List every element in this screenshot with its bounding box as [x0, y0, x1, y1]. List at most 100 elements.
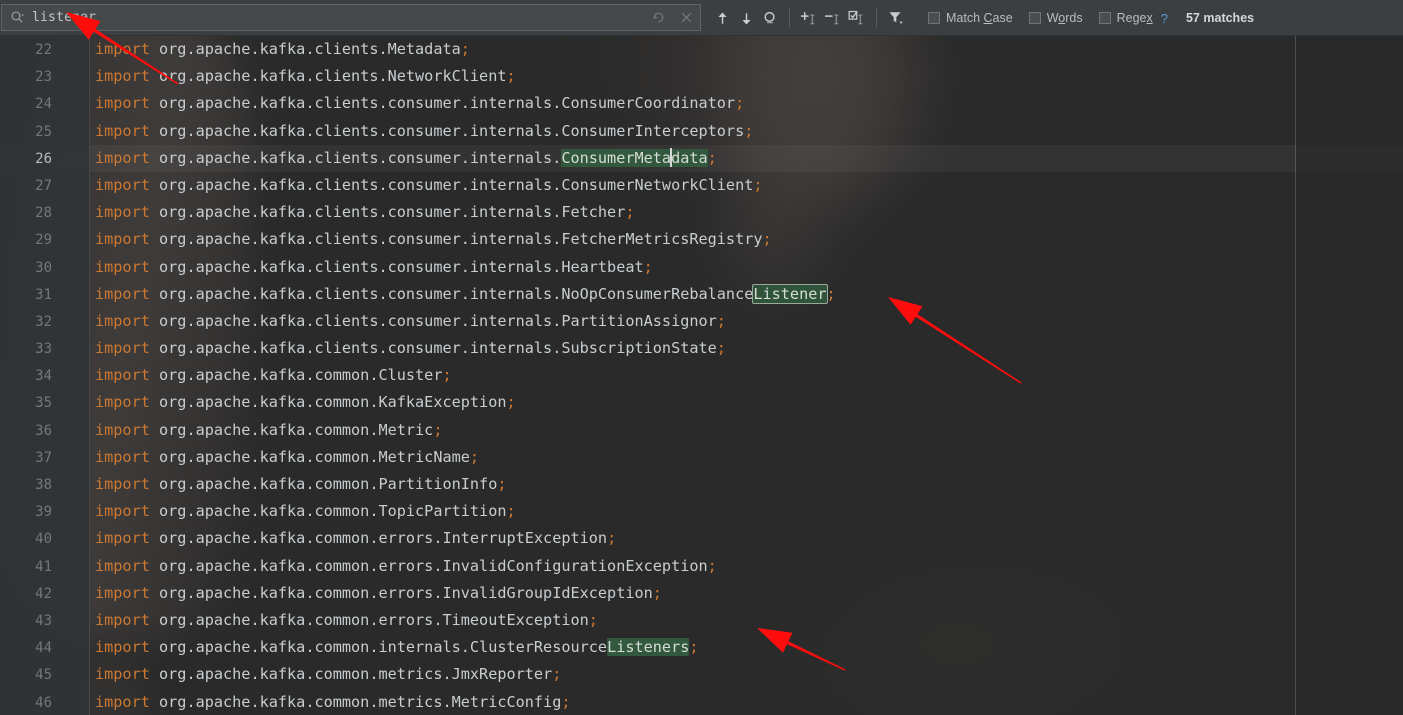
code-line[interactable]: 34 import org.apache.kafka.common.Cluster…	[0, 362, 1403, 389]
checkbox-icon[interactable]	[1098, 12, 1111, 24]
help-icon[interactable]: ?	[1161, 11, 1168, 26]
java-keyword: import	[95, 366, 150, 385]
statement-semicolon: ;	[460, 40, 470, 58]
statement-semicolon: ;	[561, 692, 571, 711]
code-line[interactable]: 44 import org.apache.kafka.common.interna…	[0, 634, 1403, 661]
import-path: org.apache.kafka.clients.consumer.intern…	[149, 284, 754, 303]
find-option-1[interactable]: Words	[1028, 11, 1083, 25]
magnifier-icon[interactable]	[758, 6, 782, 30]
code-line[interactable]: 31 import org.apache.kafka.clients.consum…	[0, 281, 1403, 308]
java-keyword: import	[95, 94, 150, 113]
find-toolbar: listener Match Case Words Regex ? 57 mat…	[0, 0, 1403, 36]
code-line[interactable]: 37 import org.apache.kafka.common.MetricN…	[0, 444, 1403, 471]
code-line[interactable]: 46 import org.apache.kafka.common.metrics…	[0, 689, 1403, 715]
code-line-text: import org.apache.kafka.clients.consumer…	[95, 199, 635, 226]
import-path: org.apache.kafka.clients.consumer.intern…	[149, 311, 717, 330]
search-icon[interactable]	[4, 5, 30, 30]
code-line-text: import org.apache.kafka.common.metrics.M…	[95, 689, 571, 715]
import-path: org.apache.kafka.common.TopicPartition	[149, 502, 507, 521]
line-number: 29	[35, 232, 52, 249]
java-keyword: import	[95, 393, 150, 412]
code-line[interactable]: 22 import org.apache.kafka.clients.Metada…	[0, 36, 1403, 63]
find-options-group: Match Case Words Regex	[928, 11, 1169, 25]
statement-semicolon: ;	[707, 556, 717, 575]
import-path: org.apache.kafka.common.MetricName	[149, 447, 470, 466]
code-line[interactable]: 42 import org.apache.kafka.common.errors.…	[0, 580, 1403, 607]
statement-semicolon: ;	[506, 393, 516, 412]
close-icon[interactable]	[672, 5, 700, 30]
line-number: 39	[35, 504, 52, 521]
remove-selection-icon[interactable]	[821, 6, 845, 30]
code-line[interactable]: 27 import org.apache.kafka.clients.consum…	[0, 172, 1403, 199]
code-line-text: import org.apache.kafka.common.KafkaExce…	[95, 389, 516, 416]
ide-window: 22 import org.apache.kafka.clients.Metada…	[0, 0, 1403, 715]
code-line[interactable]: 32 import org.apache.kafka.clients.consum…	[0, 308, 1403, 335]
filter-icon[interactable]	[884, 6, 908, 30]
line-number: 42	[35, 585, 52, 602]
line-number: 23	[35, 69, 52, 86]
search-match[interactable]: Listeners	[607, 638, 690, 657]
java-keyword: import	[95, 175, 150, 194]
search-match-selected[interactable]: Listener	[752, 283, 828, 304]
statement-semicolon: ;	[643, 257, 653, 276]
code-line-text: import org.apache.kafka.common.errors.In…	[95, 580, 662, 607]
java-keyword: import	[95, 556, 150, 575]
code-line[interactable]: 41 import org.apache.kafka.common.errors.…	[0, 553, 1403, 580]
statement-semicolon: ;	[753, 175, 763, 194]
line-number: 28	[35, 205, 52, 222]
search-match[interactable]: ConsumerMetadata	[561, 147, 708, 167]
code-editor[interactable]: 22 import org.apache.kafka.clients.Metada…	[0, 36, 1403, 715]
statement-semicolon: ;	[625, 203, 635, 222]
code-line[interactable]: 40 import org.apache.kafka.common.errors.…	[0, 525, 1403, 552]
code-line-list: 22 import org.apache.kafka.clients.Metada…	[0, 36, 1403, 715]
search-input[interactable]: listener	[30, 10, 644, 25]
code-line[interactable]: 23 import org.apache.kafka.clients.Networ…	[0, 63, 1403, 90]
code-line[interactable]: 39 import org.apache.kafka.common.TopicPa…	[0, 498, 1403, 525]
java-keyword: import	[95, 610, 150, 629]
line-number: 44	[35, 640, 52, 657]
reset-history-icon[interactable]	[644, 5, 672, 30]
java-keyword: import	[95, 148, 150, 167]
code-line-text: import org.apache.kafka.common.metrics.J…	[95, 661, 561, 688]
line-number: 38	[35, 477, 52, 493]
statement-semicolon: ;	[762, 230, 772, 249]
java-keyword: import	[95, 311, 150, 330]
code-line[interactable]: 26 import org.apache.kafka.clients.consum…	[0, 144, 1403, 173]
code-line[interactable]: 36 import org.apache.kafka.common.Metric;	[0, 417, 1403, 444]
code-line[interactable]: 45 import org.apache.kafka.common.metrics…	[0, 661, 1403, 688]
code-line-text: import org.apache.kafka.common.errors.In…	[95, 553, 717, 580]
add-selection-icon[interactable]	[797, 6, 821, 30]
line-number: 30	[35, 259, 52, 276]
line-number: 31	[35, 286, 52, 303]
checkbox-icon[interactable]	[1028, 12, 1041, 24]
code-line[interactable]: 29 import org.apache.kafka.clients.consum…	[0, 226, 1403, 253]
find-option-0[interactable]: Match Case	[928, 11, 1013, 25]
statement-semicolon: ;	[552, 665, 562, 684]
code-line[interactable]: 43 import org.apache.kafka.common.errors.…	[0, 607, 1403, 634]
search-input-wrapper[interactable]: listener	[1, 4, 701, 31]
code-line-text: import org.apache.kafka.common.MetricNam…	[95, 444, 479, 471]
code-line[interactable]: 28 import org.apache.kafka.clients.consum…	[0, 199, 1403, 226]
code-line-text: import org.apache.kafka.clients.consumer…	[95, 172, 763, 199]
line-number: 22	[35, 42, 52, 58]
statement-semicolon: ;	[716, 339, 726, 358]
statement-semicolon: ;	[652, 583, 662, 602]
code-line[interactable]: 35 import org.apache.kafka.common.KafkaEx…	[0, 389, 1403, 416]
code-line[interactable]: 38 import org.apache.kafka.common.Partiti…	[0, 471, 1403, 498]
import-path: org.apache.kafka.common.metrics.MetricCo…	[149, 692, 562, 711]
arrow-up-icon[interactable]	[710, 6, 734, 30]
code-line[interactable]: 25 import org.apache.kafka.clients.consum…	[0, 118, 1403, 145]
code-line-text: import org.apache.kafka.common.errors.In…	[95, 525, 616, 552]
java-keyword: import	[95, 665, 150, 684]
checkbox-icon[interactable]	[928, 12, 940, 24]
statement-semicolon: ;	[716, 311, 726, 330]
code-line[interactable]: 30 import org.apache.kafka.clients.consum…	[0, 254, 1403, 281]
line-number: 27	[35, 177, 52, 194]
find-toolbar-actions: Match Case Words Regex ? 57 matches	[710, 5, 1254, 31]
select-all-occurrences-icon[interactable]	[845, 6, 869, 30]
code-line[interactable]: 24 import org.apache.kafka.clients.consum…	[0, 90, 1403, 117]
arrow-down-icon[interactable]	[734, 6, 758, 30]
code-line[interactable]: 33 import org.apache.kafka.clients.consum…	[0, 335, 1403, 362]
find-option-2[interactable]: Regex	[1098, 11, 1153, 25]
statement-semicolon: ;	[442, 366, 452, 385]
